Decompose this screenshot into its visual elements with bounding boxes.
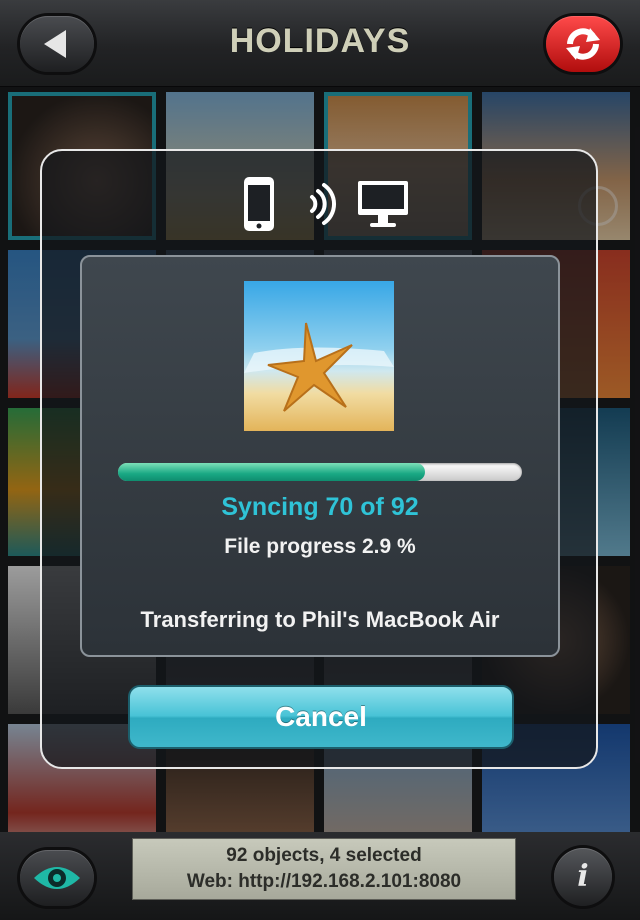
sync-progress-panel: Syncing 70 of 92 File progress 2.9 % Tra… <box>80 255 560 657</box>
sync-progress-bar <box>118 463 522 481</box>
starfish-photo <box>244 281 394 431</box>
sync-refresh-icon <box>566 28 600 60</box>
wireless-signal-icon <box>310 183 337 225</box>
info-button[interactable]: i <box>554 848 612 906</box>
web-address-text: Web: http://192.168.2.101:8080 <box>186 871 462 892</box>
sync-progress-fill <box>118 463 426 481</box>
device-icons <box>244 177 408 231</box>
cancel-button[interactable]: Cancel <box>128 685 514 749</box>
file-progress-text: File progress 2.9 % <box>224 535 416 558</box>
top-navigation-bar: HOLIDAYS <box>0 0 640 87</box>
server-status-box: 92 objects, 4 selected Web: http://192.1… <box>132 838 516 900</box>
sync-status-text: Syncing 70 of 92 <box>221 493 419 521</box>
bottom-toolbar: 92 objects, 4 selected Web: http://192.1… <box>0 832 640 920</box>
desktop-monitor-icon <box>358 181 408 227</box>
selection-count-text: 92 objects, 4 selected <box>226 845 422 866</box>
preview-button[interactable] <box>20 850 94 906</box>
sync-dialog: Syncing 70 of 92 File progress 2.9 % Tra… <box>40 149 598 769</box>
page-title: HOLIDAYS <box>229 22 411 60</box>
transfer-target-text: Transferring to Phil's MacBook Air <box>140 607 500 632</box>
eye-icon <box>34 867 80 889</box>
sync-button[interactable] <box>546 16 620 72</box>
iphone-icon <box>244 177 274 231</box>
